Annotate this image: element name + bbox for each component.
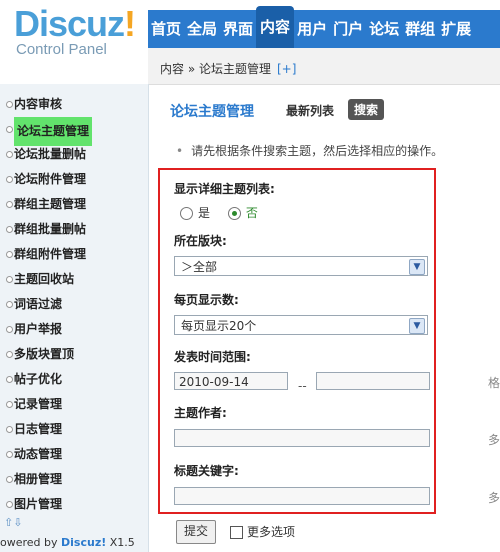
bullet-icon [6, 476, 13, 483]
sidebar-item-group-attachments[interactable]: 群组附件管理 [0, 242, 148, 267]
logo[interactable]: Discuz! Control Panel [14, 3, 136, 59]
bullet-icon [6, 301, 13, 308]
tab-portal[interactable]: 门户 [330, 10, 366, 48]
author-hint: 多 [488, 433, 500, 447]
bullet-icon [6, 326, 13, 333]
bullet-icon [6, 401, 13, 408]
top-nav: 首页 全局 界面 内容 用户 门户 论坛 群组 扩展 [148, 6, 500, 48]
breadcrumb-bar: 内容 » 论坛主题管理 [+] [148, 48, 500, 85]
tab-forum[interactable]: 论坛 [366, 10, 402, 48]
bullet-icon [6, 226, 13, 233]
time-end-input[interactable] [316, 372, 430, 390]
sidebar-item-multi-stick[interactable]: 多版块置顶 [0, 342, 148, 367]
sidebar-item-batch-delete[interactable]: 论坛批量删帖 [0, 142, 148, 167]
bullet-icon [6, 376, 13, 383]
sidebar-item-attachments[interactable]: 论坛附件管理 [0, 167, 148, 192]
main-panel: 论坛主题管理 最新列表 搜索 • 请先根据条件搜索主题，然后选择相应的操作。 显示… [148, 84, 500, 552]
chevron-down-icon: ▼ [409, 259, 425, 275]
sidebar-item-thread-manage[interactable]: 论坛主题管理 [0, 117, 148, 146]
bullet-icon [6, 451, 13, 458]
radio-yes[interactable] [180, 207, 193, 220]
bullet-icon [6, 201, 13, 208]
logo-text: Discuz! [14, 3, 136, 44]
per-page-select-value: 每页显示20个 [181, 319, 257, 333]
breadcrumb-text: 内容 » 论坛主题管理 [160, 62, 271, 76]
bullet-icon [6, 276, 13, 283]
bullet-icon [6, 101, 13, 108]
tip-text: • 请先根据条件搜索主题，然后选择相应的操作。 [176, 144, 444, 158]
author-input[interactable] [174, 429, 430, 447]
tab-home[interactable]: 首页 [148, 10, 184, 48]
keyword-label: 标题关键字: [174, 464, 239, 478]
sidebar-item-group-batch-delete[interactable]: 群组批量删帖 [0, 217, 148, 242]
add-shortcut-link[interactable]: [+] [277, 62, 296, 76]
bullet-icon [6, 501, 13, 508]
forum-select[interactable]: ＞全部 ▼ [174, 256, 428, 276]
tab-extensions[interactable]: 扩展 [438, 10, 474, 48]
sidebar-item-records[interactable]: 记录管理 [0, 392, 148, 417]
sidebar-item-logs[interactable]: 日志管理 [0, 417, 148, 442]
header: Discuz! Control Panel 首页 全局 界面 内容 用户 门户 … [0, 0, 500, 85]
time-range-separator: -- [298, 379, 307, 393]
author-label: 主题作者: [174, 406, 227, 420]
bullet-icon: • [176, 144, 184, 158]
keyword-input[interactable] [174, 487, 430, 505]
tab-search[interactable]: 搜索 [348, 99, 385, 120]
submit-button[interactable]: 提交 [176, 520, 216, 544]
powered-by: owered by Discuz! X1.5 [0, 536, 135, 549]
sidebar-item-content-review[interactable]: 内容审核 [0, 92, 148, 117]
forum-label: 所在版块: [174, 234, 227, 248]
per-page-label: 每页显示数: [174, 293, 239, 307]
time-start-input[interactable]: 2010-09-14 [174, 372, 288, 390]
tab-interface[interactable]: 界面 [220, 10, 256, 48]
per-page-select[interactable]: 每页显示20个 ▼ [174, 315, 428, 335]
breadcrumb: 内容 » 论坛主题管理 [+] [160, 60, 296, 77]
tab-content[interactable]: 内容 [256, 6, 295, 48]
detail-list-radio-group: 是 否 [180, 204, 272, 221]
forum-select-value: ＞全部 [181, 260, 218, 274]
sidebar: 内容审核 论坛主题管理 论坛批量删帖 论坛附件管理 群组主题管理 群组批量删帖 … [0, 84, 149, 552]
tab-latest-list[interactable]: 最新列表 [286, 102, 334, 119]
tab-groups[interactable]: 群组 [402, 10, 438, 48]
keyword-hint: 多 [488, 491, 500, 505]
bullet-icon [6, 176, 13, 183]
bullet-icon [6, 251, 13, 258]
time-range-label: 发表时间范围: [174, 350, 251, 364]
sidebar-item-user-reports[interactable]: 用户举报 [0, 317, 148, 342]
sidebar-item-group-threads[interactable]: 群组主题管理 [0, 192, 148, 217]
more-options[interactable]: 更多选项 [230, 523, 295, 540]
tab-global[interactable]: 全局 [184, 10, 220, 48]
sidebar-item-word-filter[interactable]: 词语过滤 [0, 292, 148, 317]
scroll-arrows-icon[interactable]: ⇧⇩ [4, 516, 22, 529]
detail-list-label: 显示详细主题列表: [174, 182, 275, 196]
time-hint: 格 [488, 376, 500, 390]
radio-no-label: 否 [245, 206, 258, 220]
bullet-icon [6, 151, 13, 158]
chevron-down-icon: ▼ [409, 318, 425, 334]
sidebar-item-recycle-bin[interactable]: 主题回收站 [0, 267, 148, 292]
sidebar-item-post-optimize[interactable]: 帖子优化 [0, 367, 148, 392]
more-options-checkbox[interactable] [230, 526, 243, 539]
bullet-icon [6, 426, 13, 433]
radio-yes-label: 是 [198, 206, 211, 220]
sidebar-item-pictures[interactable]: 图片管理 [0, 492, 148, 517]
sidebar-item-albums[interactable]: 相册管理 [0, 467, 148, 492]
bullet-icon [6, 351, 13, 358]
search-form: 显示详细主题列表: 是 否 所在版块: ＞全部 ▼ 每页显示数: 每页显示20个… [158, 168, 436, 514]
tab-users[interactable]: 用户 [294, 10, 330, 48]
sidebar-item-feeds[interactable]: 动态管理 [0, 442, 148, 467]
bullet-icon [6, 126, 13, 133]
radio-no[interactable] [227, 207, 241, 220]
more-options-label: 更多选项 [247, 525, 296, 539]
sidebar-menu: 内容审核 论坛主题管理 论坛批量删帖 论坛附件管理 群组主题管理 群组批量删帖 … [0, 84, 148, 517]
page-title: 论坛主题管理 [170, 104, 254, 120]
